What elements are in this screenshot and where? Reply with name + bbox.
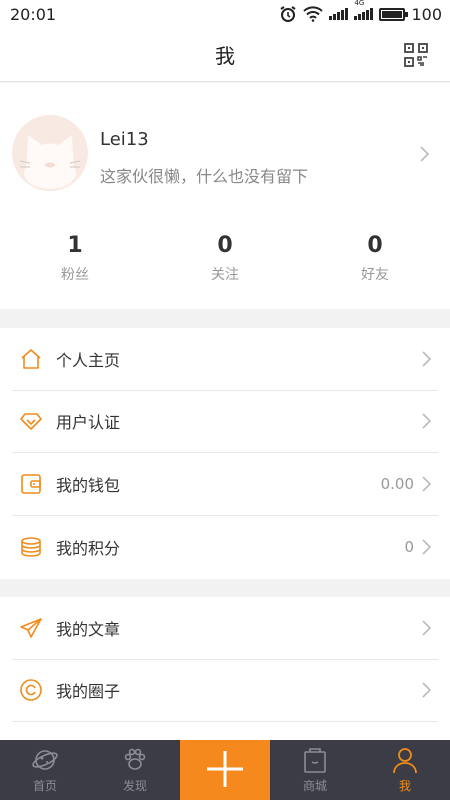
stat-label: 好友 (361, 267, 389, 283)
page-title: 我 (215, 44, 235, 68)
menu-item-verification[interactable]: 用户认证 (12, 391, 438, 453)
menu-item-label: 我的文章 (56, 619, 121, 639)
tab-label: 首页 (32, 779, 57, 793)
title-bar: 我 (0, 28, 450, 82)
shopping-bag-icon (304, 748, 326, 773)
tab-label: 发现 (122, 779, 147, 793)
menu-item-points[interactable]: 我的积分 0 (12, 516, 438, 579)
qr-code-icon[interactable] (404, 43, 428, 67)
alarm-icon (280, 6, 297, 22)
chevron-right-icon (422, 476, 432, 492)
stats-row: 1 粉丝 0 关注 0 好友 (0, 233, 450, 284)
tab-label: 我 (398, 779, 411, 793)
menu-item-wallet[interactable]: 我的钱包 0.00 (12, 453, 438, 516)
wallet-icon (18, 471, 44, 497)
chevron-right-icon (420, 146, 430, 162)
wifi-icon (303, 6, 324, 22)
chevron-right-icon (422, 413, 432, 429)
menu-group-account: 个人主页 用户认证 我的钱包 0.00 我的积分 0 (0, 328, 450, 579)
menu-item-label: 我的积分 (56, 538, 121, 558)
stat-value: 0 (217, 233, 233, 258)
planet-icon (32, 750, 58, 770)
wallet-balance: 0.00 (380, 474, 414, 493)
status-bar: 20:01 4G 100 (0, 0, 450, 28)
user-bio: 这家伙很懒，什么也没有留下 (100, 167, 309, 186)
menu-item-homepage[interactable]: 个人主页 (12, 328, 438, 391)
paper-plane-icon (18, 615, 44, 641)
signal-icon (329, 8, 349, 20)
cat-avatar-icon (19, 135, 81, 189)
chevron-right-icon (422, 539, 432, 555)
menu-item-label: 我的钱包 (56, 475, 121, 495)
stat-value: 0 (367, 233, 383, 258)
status-time: 20:01 (10, 4, 57, 24)
battery-level: 100 (411, 4, 442, 24)
circle-icon (18, 677, 44, 703)
tab-label: 商城 (302, 779, 327, 793)
plus-icon (207, 750, 243, 787)
points-value: 0 (404, 537, 414, 556)
avatar[interactable] (12, 115, 88, 191)
menu-item-label: 个人主页 (56, 350, 121, 370)
tab-me[interactable]: 我 (360, 740, 450, 800)
menu-item-circles[interactable]: 我的圈子 (12, 660, 438, 722)
username: Lei13 (100, 129, 149, 150)
person-icon (393, 748, 417, 774)
signal-4g-icon: 4G (354, 0, 374, 20)
chevron-right-icon (422, 682, 432, 698)
profile-card[interactable]: Lei13 这家伙很懒，什么也没有留下 1 粉丝 0 关注 0 好友 (0, 83, 450, 309)
tab-mall[interactable]: 商城 (270, 740, 360, 800)
stat-label: 粉丝 (61, 267, 89, 283)
menu-item-articles[interactable]: 我的文章 (12, 597, 438, 660)
stat-label: 关注 (211, 267, 239, 283)
status-icons: 4G 100 (279, 0, 442, 24)
paw-icon (124, 748, 146, 770)
menu-item-label: 用户认证 (56, 413, 121, 433)
stat-value: 1 (67, 233, 83, 258)
stat-fans[interactable]: 1 粉丝 (0, 233, 150, 284)
diamond-icon (18, 408, 44, 434)
coins-icon (18, 534, 44, 560)
stat-following[interactable]: 0 关注 (150, 233, 300, 284)
stat-friends[interactable]: 0 好友 (300, 233, 450, 284)
menu-group-content: 我的文章 我的圈子 (0, 597, 450, 740)
chevron-right-icon (422, 351, 432, 367)
home-icon (18, 346, 44, 372)
menu-item-label: 我的圈子 (56, 682, 121, 702)
tab-home[interactable]: 首页 (0, 740, 90, 800)
chevron-right-icon (422, 620, 432, 636)
tab-create-button[interactable] (180, 740, 270, 800)
tab-discover[interactable]: 发现 (90, 740, 180, 800)
battery-icon (379, 7, 409, 21)
bottom-tab-bar: 首页 发现 商城 我 (0, 740, 450, 800)
